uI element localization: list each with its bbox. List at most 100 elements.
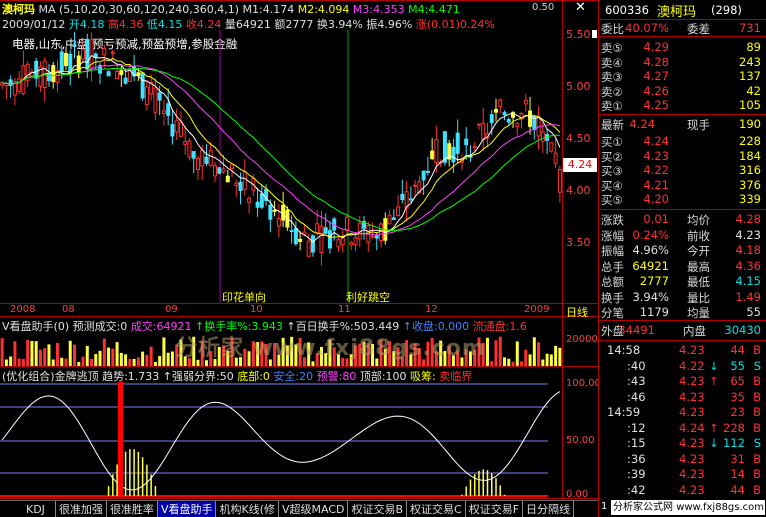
candle-body: [374, 235, 379, 239]
candle-body: [502, 112, 507, 116]
buy-price: 4.22: [643, 163, 669, 177]
candle-body: [557, 168, 562, 193]
volume-bar: [162, 337, 166, 366]
tab-v-kan-pan[interactable]: V看盘助手: [157, 501, 217, 517]
volume-bar: [545, 353, 549, 366]
volume-bar: [520, 361, 524, 366]
candle-body: [455, 132, 460, 154]
tick-side: B: [753, 451, 761, 466]
buy-order-row[interactable]: 买① 4.24 228: [599, 134, 765, 149]
tab-quan-zheng-f[interactable]: 权证交易F: [466, 501, 524, 517]
stat-value: 4.28: [735, 212, 761, 226]
candle-body: [319, 225, 324, 253]
tick-time: :42: [627, 482, 646, 497]
site-footer-url: www.fxj88gs.com: [676, 502, 765, 513]
indicator-axis-0: 0.00: [566, 489, 589, 500]
stat-value: 3.94%: [632, 289, 669, 304]
tab-quan-zheng-c[interactable]: 权证交易C: [407, 501, 466, 517]
candle-body: [8, 79, 13, 87]
tab-quan-zheng-b[interactable]: 权证交易B: [348, 501, 408, 517]
volume-bar: [141, 351, 145, 366]
volume-bar: [532, 337, 536, 366]
candle-body: [396, 206, 401, 217]
tick-row: :15 4.23 ↓ 112 S: [599, 436, 765, 450]
candle-body: [298, 238, 303, 242]
candle-body: [157, 92, 162, 101]
volume-bar: [136, 357, 140, 366]
sell-price: 4.27: [643, 69, 669, 83]
tick-time: :39: [627, 467, 646, 481]
tick-price: 4.23: [679, 436, 705, 450]
candlestick-chart[interactable]: [0, 30, 562, 302]
volume-bar: [166, 352, 170, 366]
weicha: 731: [739, 21, 761, 35]
candle-body: [413, 184, 418, 187]
buy-order-row[interactable]: 买⑤ 4.20 339: [599, 192, 765, 207]
volume-bar: [149, 346, 153, 366]
sell-volume: 42: [746, 83, 761, 98]
candle-body: [476, 123, 481, 126]
stat-value: 64921: [632, 258, 669, 273]
ma-m3: M3:4.353: [352, 3, 405, 16]
chart-panel[interactable]: 澳柯玛 MA (5,10,20,30,60,120,240,360,4,1) M…: [0, 0, 604, 500]
tick-price: 4.23: [679, 343, 705, 357]
panel-number: 1: [601, 501, 608, 512]
stat-label: 均价: [687, 213, 710, 227]
sell-price: 4.29: [643, 40, 669, 54]
tab-v-macd[interactable]: V超级MACD: [279, 501, 349, 517]
weibi-label: 委比: [601, 22, 624, 36]
candle-body: [498, 99, 503, 107]
candle-body: [187, 140, 192, 158]
annotation-stamp-tax: 印花单向: [222, 291, 266, 304]
volume-bar: [124, 354, 128, 366]
sell-order-row[interactable]: 卖① 4.25 105: [599, 98, 765, 113]
buy-volume: 184: [739, 148, 761, 163]
stat-row: 总额 2777 最低 4.15: [599, 274, 765, 289]
tick-time: 14:58: [607, 343, 641, 357]
tab-ji-gou-kxian[interactable]: 机构K线(修: [216, 501, 279, 517]
volume-bar: [503, 357, 507, 366]
stat-label: 振幅: [601, 244, 624, 258]
tick-volume: 23: [730, 405, 745, 419]
sell-order-row[interactable]: 卖② 4.26 42: [599, 83, 765, 99]
sell-order-row[interactable]: 卖③ 4.27 137: [599, 69, 765, 84]
period-label[interactable]: 日线: [566, 304, 588, 320]
sell-order-row[interactable]: 卖⑤ 4.29 89: [599, 40, 765, 55]
buy-order-row[interactable]: 买③ 4.22 316: [599, 163, 765, 178]
volume-bar: [554, 345, 558, 366]
candle-body: [17, 78, 22, 92]
tab-hen-zhun-jia-qiang[interactable]: 很准加强: [56, 501, 107, 517]
tab-kdj[interactable]: KDJ: [0, 501, 56, 517]
buy-price: 4.21: [643, 177, 669, 192]
stat-row: 分笔 1179 均量 55: [599, 305, 765, 320]
candle-body: [247, 197, 252, 203]
candle-body: [191, 151, 196, 159]
candle-body: [230, 164, 235, 170]
tick-arrow: ↓: [709, 358, 719, 373]
buy-order-row[interactable]: 买④ 4.21 376: [599, 177, 765, 193]
candle-body: [119, 70, 124, 75]
candle-body: [106, 71, 111, 77]
candle-body: [528, 110, 533, 127]
scroll-indicator[interactable]: [592, 30, 597, 38]
xianshou: 190: [739, 117, 761, 131]
sell-order-row[interactable]: 卖④ 4.28 243: [599, 55, 765, 70]
tab-ri-fen-ge[interactable]: 日分隔线: [523, 501, 575, 517]
close-icon[interactable]: ✕: [575, 0, 586, 15]
ma-m2: M2:4.094: [297, 3, 350, 16]
stat-label: 量比: [687, 290, 710, 305]
volume-bar: [26, 340, 30, 366]
indicator-chart[interactable]: [0, 380, 562, 498]
tick-time: :40: [627, 358, 646, 373]
weibi: 40.07%: [625, 21, 669, 35]
volume-bar: [81, 356, 85, 366]
tab-hen-zhun-sheng-lv[interactable]: 很准胜率: [107, 501, 158, 517]
candle-body: [408, 198, 413, 201]
stock-name[interactable]: 澳柯玛: [2, 3, 35, 16]
buy-order-row[interactable]: 买② 4.23 184: [599, 148, 765, 164]
stat-value: 0.24%: [632, 227, 669, 242]
volume-bar: [21, 358, 25, 366]
stat-label: 均量: [687, 306, 710, 320]
candle-body: [434, 139, 439, 163]
volume-bar: [115, 342, 119, 366]
